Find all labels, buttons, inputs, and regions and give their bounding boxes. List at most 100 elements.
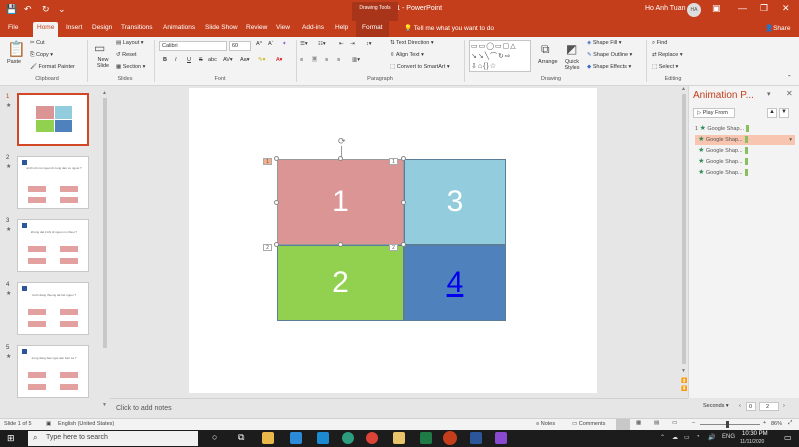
timeline-scroll-right-icon[interactable]: › [783, 403, 785, 409]
task-view-icon[interactable]: ⧉ [238, 432, 244, 443]
animation-item[interactable]: ★ Google Shap... ▾ [695, 135, 795, 145]
close-icon[interactable]: ✕ [782, 3, 790, 14]
shape-cell-2[interactable]: 2 [277, 245, 404, 321]
zoom-slider-thumb[interactable] [726, 421, 729, 428]
slide-sorter-icon[interactable]: ▦ [636, 420, 641, 426]
shrink-font-icon[interactable]: Aˇ [268, 41, 274, 47]
arrange-button[interactable]: Arrange [538, 59, 558, 65]
shadow-button[interactable]: abc [208, 57, 217, 63]
line-spacing-icon[interactable]: ↕▾ [366, 41, 372, 47]
shape-effects-button[interactable]: ◆ Shape Effects ▾ [587, 64, 631, 70]
tab-help[interactable]: Help [335, 24, 348, 31]
slide-thumbnail-4[interactable]: ra thi dang thuong da het nguoi ? [17, 282, 89, 335]
strikethrough-button[interactable]: S [199, 57, 203, 63]
change-case-icon[interactable]: Aa▾ [240, 57, 250, 63]
tab-transitions[interactable]: Transitions [121, 24, 153, 31]
excel-icon[interactable] [420, 432, 432, 444]
battery-icon[interactable]: ▭ [684, 434, 690, 441]
animation-tag[interactable]: 1 [263, 158, 272, 165]
shape-outline-button[interactable]: ✎ Shape Outline ▾ [587, 52, 632, 58]
volume-icon[interactable]: 🔊 [708, 434, 715, 441]
reset-button[interactable]: ↺ Reset [116, 52, 137, 58]
scroll-thumb[interactable] [103, 98, 107, 348]
notes-pane[interactable]: Click to add notes [110, 398, 688, 418]
slide-thumbnail-5[interactable]: trong dang bao ngoi den ban xa ? [17, 345, 89, 398]
slideshow-icon[interactable]: ▭ [672, 420, 677, 426]
play-from-button[interactable]: ▷ Play From [693, 108, 735, 118]
resize-handle[interactable] [401, 200, 406, 205]
animation-item[interactable]: ★ Google Shap... [695, 146, 795, 156]
app-icon[interactable] [495, 432, 507, 444]
skype-icon[interactable] [317, 432, 329, 444]
replace-button[interactable]: ⇄ Replace ▾ [652, 52, 683, 58]
animation-item[interactable]: 1 ★ Google Shap... [695, 124, 795, 134]
editor-scrollbar[interactable]: ▲ ▼ ⏫ ⏬ [680, 86, 688, 398]
language-indicator[interactable]: English (United States) [58, 421, 114, 427]
mail-icon[interactable] [290, 432, 302, 444]
format-painter-button[interactable]: 🖌 Format Painter [30, 64, 75, 70]
clock-date[interactable]: 11/11/2020 [740, 439, 764, 445]
tab-design[interactable]: Design [92, 24, 112, 31]
section-button[interactable]: ▦ Section ▾ [116, 64, 145, 70]
select-button[interactable]: ⬚ Select ▾ [652, 64, 678, 70]
scroll-thumb[interactable] [682, 94, 686, 364]
paste-icon[interactable]: 📋 [7, 42, 26, 57]
tab-slide-show[interactable]: Slide Show [205, 24, 238, 31]
font-name-dropdown[interactable]: Calibri [159, 41, 227, 51]
tab-insert[interactable]: Insert [66, 24, 82, 31]
zoom-level[interactable]: 86% [771, 421, 782, 427]
animation-item[interactable]: ★ Google Shap... [695, 157, 795, 167]
align-left-icon[interactable]: ≡ [300, 57, 303, 63]
comments-button[interactable]: ▭ Comments [572, 421, 605, 427]
avatar[interactable]: HA [687, 3, 701, 17]
tab-animations[interactable]: Animations [163, 24, 195, 31]
next-slide-icon[interactable]: ⏬ [681, 386, 687, 392]
italic-button[interactable]: I [175, 57, 177, 63]
tell-me-search[interactable]: 💡 Tell me what you want to do [404, 24, 494, 32]
timeline-to[interactable]: 2 [759, 402, 779, 411]
collapse-ribbon-icon[interactable]: ⌃ [787, 75, 792, 81]
layout-button[interactable]: ▤ Layout ▾ [116, 40, 144, 46]
reading-view-icon[interactable]: ▤ [654, 420, 659, 426]
shape-fill-button[interactable]: ◈ Shape Fill ▾ [587, 40, 622, 46]
spelling-icon[interactable]: ▣ [46, 421, 51, 427]
wifi-icon[interactable]: ◔ [696, 434, 700, 440]
input-language[interactable]: ENG [722, 434, 735, 440]
tab-review[interactable]: Review [246, 24, 267, 31]
quick-styles-icon[interactable]: ◩ [566, 43, 577, 55]
move-up-button[interactable]: ▲ [767, 108, 777, 118]
zoom-out-icon[interactable]: – [692, 420, 695, 426]
scroll-up-icon[interactable]: ▲ [102, 90, 107, 96]
cortana-icon[interactable]: ○ [212, 432, 217, 442]
notification-chevron-icon[interactable]: ⌃ [660, 434, 665, 441]
store-icon[interactable] [262, 432, 274, 444]
tab-view[interactable]: View [276, 24, 290, 31]
bullets-icon[interactable]: ☰▾ [300, 41, 308, 47]
tab-format[interactable]: Format [356, 21, 389, 37]
close-pane-icon[interactable]: ✕ [786, 89, 793, 98]
find-button[interactable]: ⌕ Find [652, 40, 667, 47]
new-slide-icon[interactable]: ▭ [94, 42, 105, 54]
decrease-indent-icon[interactable]: ⇤ [339, 41, 344, 47]
slide-canvas[interactable]: 1 3 2 4 ⟳ 1 1 2 2 [189, 88, 597, 393]
char-spacing-icon[interactable]: AV▾ [223, 57, 233, 63]
slide-thumbnail-3[interactable]: khong dat it khi di nguoi co nhieu ? [17, 219, 89, 272]
pane-options-icon[interactable]: ▾ [767, 90, 771, 98]
normal-view-icon[interactable] [616, 419, 630, 430]
animation-item[interactable]: ★ Google Shap... [695, 168, 795, 178]
move-down-button[interactable]: ▼ [779, 108, 789, 118]
seconds-dropdown[interactable]: Seconds ▾ [703, 403, 729, 409]
taskbar-search[interactable]: Type here to search [28, 431, 198, 446]
shapes-gallery[interactable]: ▭▭◯▭▢△ ↘↘╲⌒↻⇨ ⇩⌂{}☆ [469, 40, 531, 72]
action-center-icon[interactable]: ▭ [784, 433, 792, 442]
timeline-scroll-left-icon[interactable]: ‹ [739, 403, 741, 409]
clock-time[interactable]: 10:30 PM [742, 431, 768, 437]
copy-button[interactable]: ⎘ Copy ▾ [30, 52, 53, 59]
powerpoint-icon[interactable] [443, 431, 457, 445]
shape-cell-3[interactable]: 3 [404, 159, 506, 245]
zoom-in-icon[interactable]: + [763, 420, 766, 426]
timeline-from[interactable]: 0 [746, 402, 756, 411]
pane-scrollbar[interactable] [793, 124, 798, 384]
quick-styles-button[interactable]: Quick Styles [562, 59, 582, 71]
tab-file[interactable]: File [8, 24, 18, 31]
